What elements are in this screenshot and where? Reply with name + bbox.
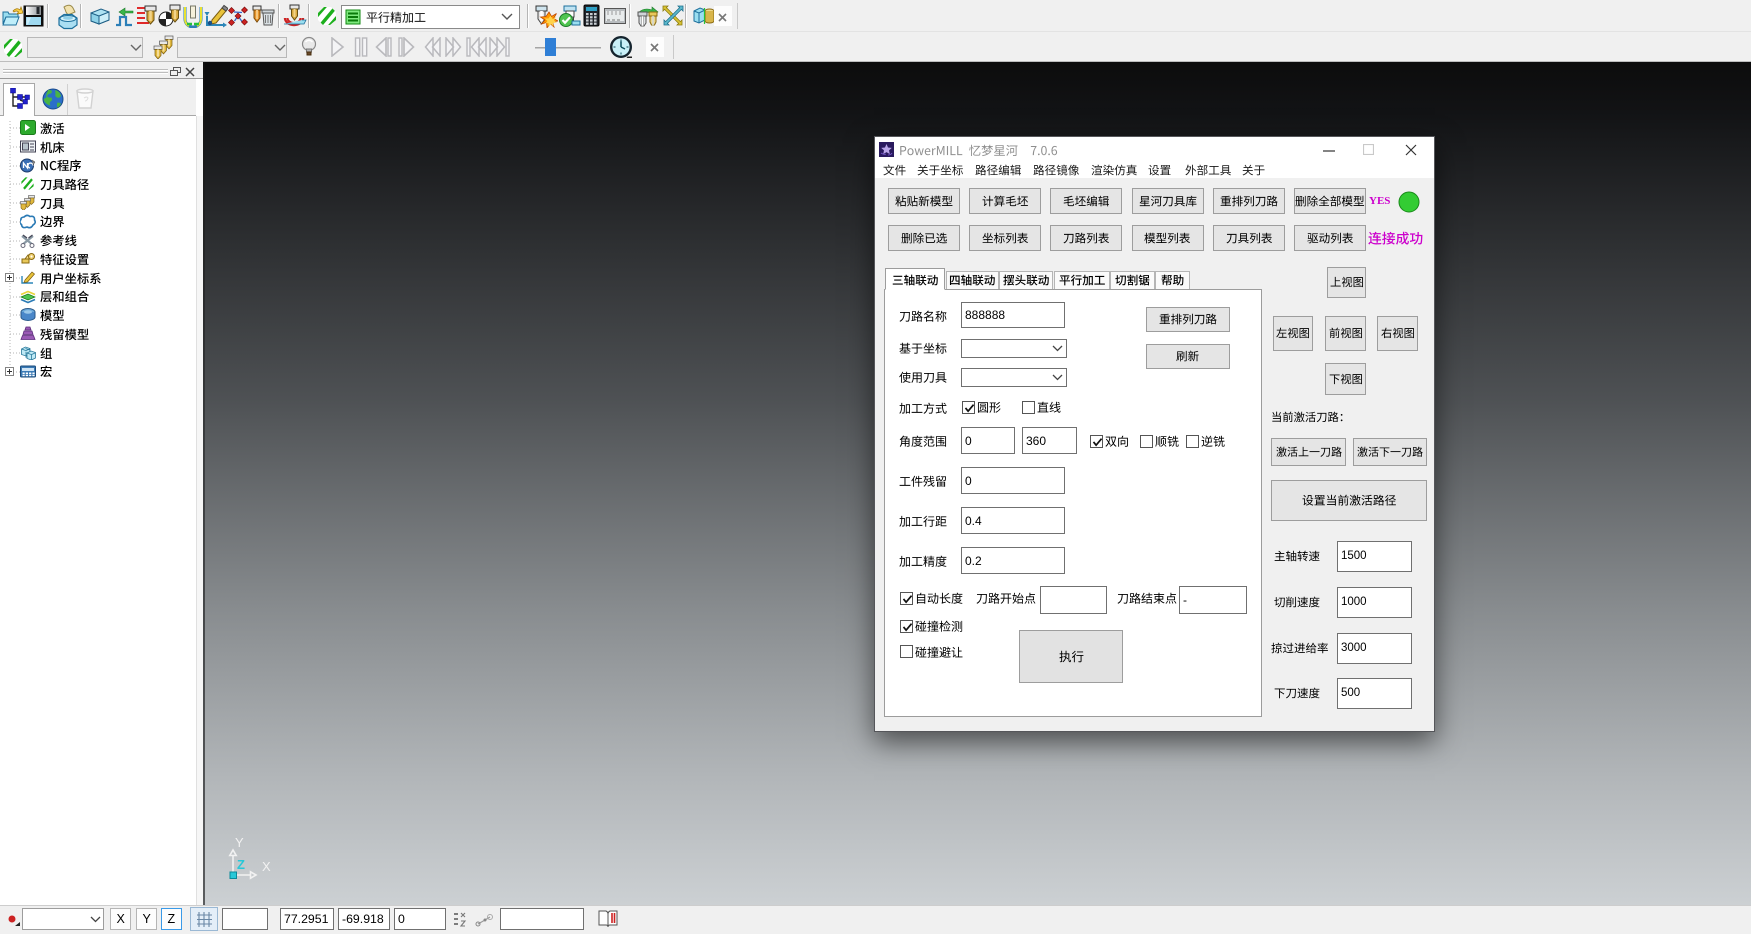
svg-text:Z: Z [237, 857, 245, 872]
svg-text:Y: Y [235, 835, 244, 850]
svg-text:X: X [262, 859, 271, 874]
